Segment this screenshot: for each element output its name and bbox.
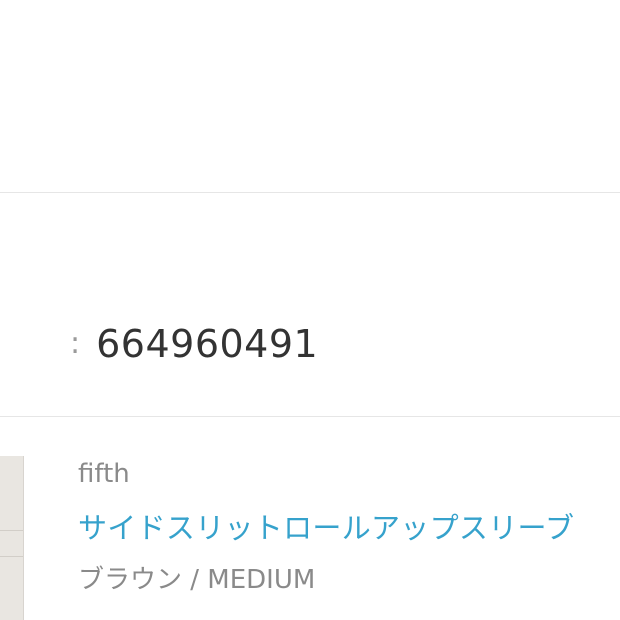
order-number: 664960491 xyxy=(96,322,319,366)
header-blank-area xyxy=(0,0,620,192)
order-number-row: : 664960491 xyxy=(70,318,318,370)
product-thumbnail[interactable] xyxy=(0,456,24,620)
thumbnail-fold-line xyxy=(0,556,23,557)
product-brand: fifth xyxy=(78,459,130,489)
section-divider xyxy=(0,416,620,417)
product-variant: ブラウン / MEDIUM xyxy=(78,565,316,595)
thumbnail-fold-line xyxy=(0,530,23,531)
order-detail-page: : 664960491 fifth サイドスリットロールアップスリーブ ブラウン… xyxy=(0,0,620,620)
order-number-separator: : xyxy=(70,326,81,361)
product-info: fifth サイドスリットロールアップスリーブ ブラウン / MEDIUM xyxy=(78,456,620,598)
section-divider xyxy=(0,192,620,193)
product-name-link[interactable]: サイドスリットロールアップスリーブ xyxy=(78,508,620,548)
